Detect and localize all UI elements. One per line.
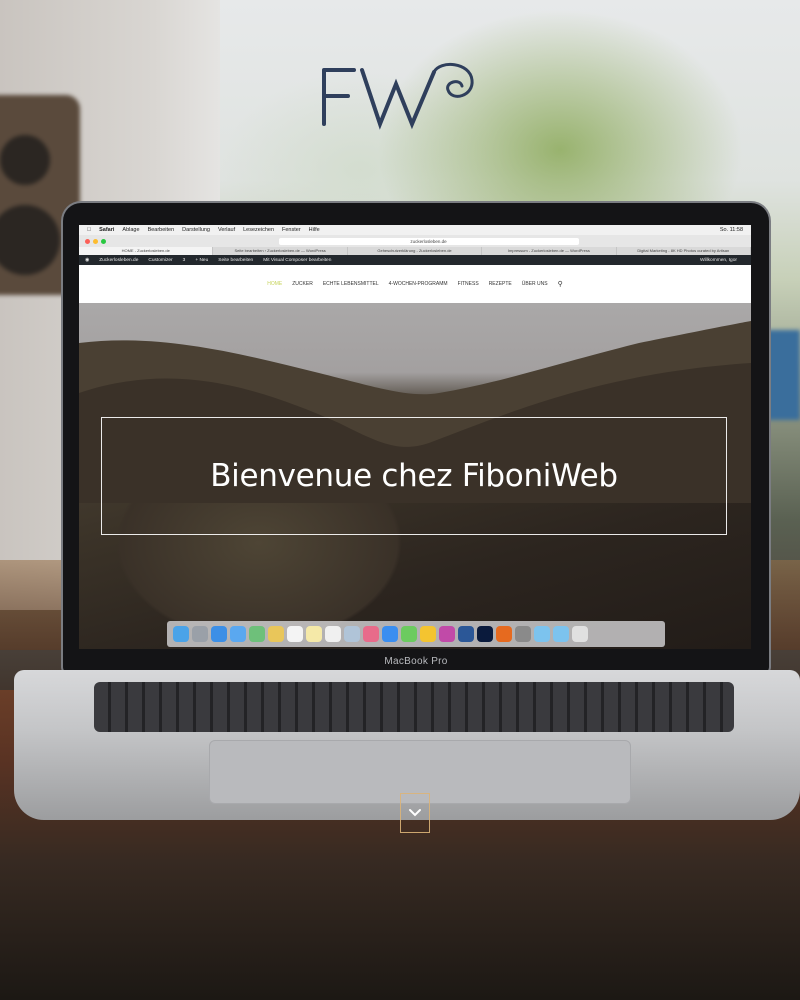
word-icon[interactable] [458,626,474,642]
app-store-icon[interactable] [382,626,398,642]
nav-item-zucker[interactable]: ZUCKER [292,281,313,287]
fw-logo[interactable] [320,62,480,132]
launchpad-icon[interactable] [192,626,208,642]
menubar-item[interactable]: Safari [99,227,114,233]
nav-item-ueber-uns[interactable]: ÜBER UNS [522,281,548,287]
welcome-banner: Bienvenue chez FiboniWeb [101,417,727,535]
site-navigation: HOME ZUCKER ECHTE LEBENSMITTEL 4-WOCHEN-… [79,265,751,303]
messages-icon[interactable] [401,626,417,642]
browser-tab[interactable]: Geheschutzerklärung - Zuckerlosleben.de [348,247,483,255]
firefox-icon[interactable] [496,626,512,642]
drive-icon[interactable] [420,626,436,642]
menubar-item[interactable]: Verlauf [218,227,235,233]
nav-item-rezepte[interactable]: REZEPTE [489,281,512,287]
speaker-woofer [0,205,60,275]
laptop-model-label: MacBook Pro [384,656,448,667]
minimize-icon[interactable] [93,238,98,244]
apple-icon[interactable]:  [87,227,91,233]
browser-tabs: HOME - Zuckerlosleben.de Seite bearbeite… [79,247,751,255]
notes-icon[interactable] [306,626,322,642]
folder-icon[interactable] [553,626,569,642]
menubar-clock[interactable]: So. 11:58 [720,227,743,233]
wp-comments-count[interactable]: 3 [183,258,186,263]
utility-icon[interactable] [515,626,531,642]
browser-tab[interactable]: Digital Marketing - 8K HD Photos curated… [617,247,751,255]
menubar-item[interactable]: Lesezeichen [243,227,274,233]
mac-dock [167,621,665,647]
laptop-keyboard [94,682,734,732]
trash-icon[interactable] [572,626,588,642]
mac-menubar:  Safari Ablage Bearbeiten Darstellung V… [79,225,751,235]
address-bar[interactable]: zuckerlosleben.de [278,237,579,245]
safari-icon[interactable] [211,626,227,642]
maps-icon[interactable] [249,626,265,642]
calendar-icon[interactable] [287,626,303,642]
wp-greeting[interactable]: Willkommen, Igor [700,258,737,263]
browser-tab[interactable]: Impressum - Zuckerlosleben.de — WordPres… [482,247,617,255]
zoom-icon[interactable] [101,238,106,244]
menubar-item[interactable]: Ablage [122,227,139,233]
mail-icon[interactable] [230,626,246,642]
terminal-icon[interactable] [439,626,455,642]
close-icon[interactable] [85,238,90,244]
photos-alt-icon[interactable] [363,626,379,642]
menubar-item[interactable]: Bearbeiten [148,227,175,233]
wordpress-icon[interactable]: ◉ [85,258,89,263]
wp-site-link[interactable]: Zuckerlosleben.de [99,258,138,263]
photoshop-icon[interactable] [477,626,493,642]
nav-item-lebensmittel[interactable]: ECHTE LEBENSMITTEL [323,281,379,287]
browser-tab[interactable]: Seite bearbeiten ‹ Zuckerlosleben.de — W… [213,247,348,255]
speaker-cone [0,135,50,185]
reminders-icon[interactable] [325,626,341,642]
laptop-screen:  Safari Ablage Bearbeiten Darstellung V… [79,225,751,649]
menubar-item[interactable]: Fenster [282,227,301,233]
scroll-down-button[interactable] [400,793,430,833]
folder-icon[interactable] [534,626,550,642]
finder-icon[interactable] [173,626,189,642]
browser-toolbar: zuckerlosleben.de [79,235,751,247]
browser-tab[interactable]: HOME - Zuckerlosleben.de [79,247,214,255]
wp-edit-link[interactable]: Seite bearbeiten [218,258,253,263]
nav-item-fitness[interactable]: FITNESS [458,281,479,287]
wp-new-link[interactable]: + Neu [195,258,208,263]
search-icon[interactable]: ⚲ [558,280,563,288]
hero-headline: Bienvenue chez FiboniWeb [210,458,618,494]
preview-icon[interactable] [344,626,360,642]
photos-icon[interactable] [268,626,284,642]
wp-composer-link[interactable]: Mit Visual Composer bearbeiten [263,258,331,263]
chevron-down-icon [409,809,421,817]
window-controls [85,238,106,244]
nav-item-home[interactable]: HOME [267,281,282,287]
wp-admin-bar: ◉ Zuckerlosleben.de Customizer 3 + Neu S… [79,255,751,265]
nav-item-programm[interactable]: 4-WOCHEN-PROGRAMM [389,281,448,287]
laptop-lid:  Safari Ablage Bearbeiten Darstellung V… [63,203,769,673]
wp-customizer-link[interactable]: Customizer [148,258,172,263]
menubar-item[interactable]: Darstellung [182,227,210,233]
menubar-item[interactable]: Hilfe [309,227,320,233]
